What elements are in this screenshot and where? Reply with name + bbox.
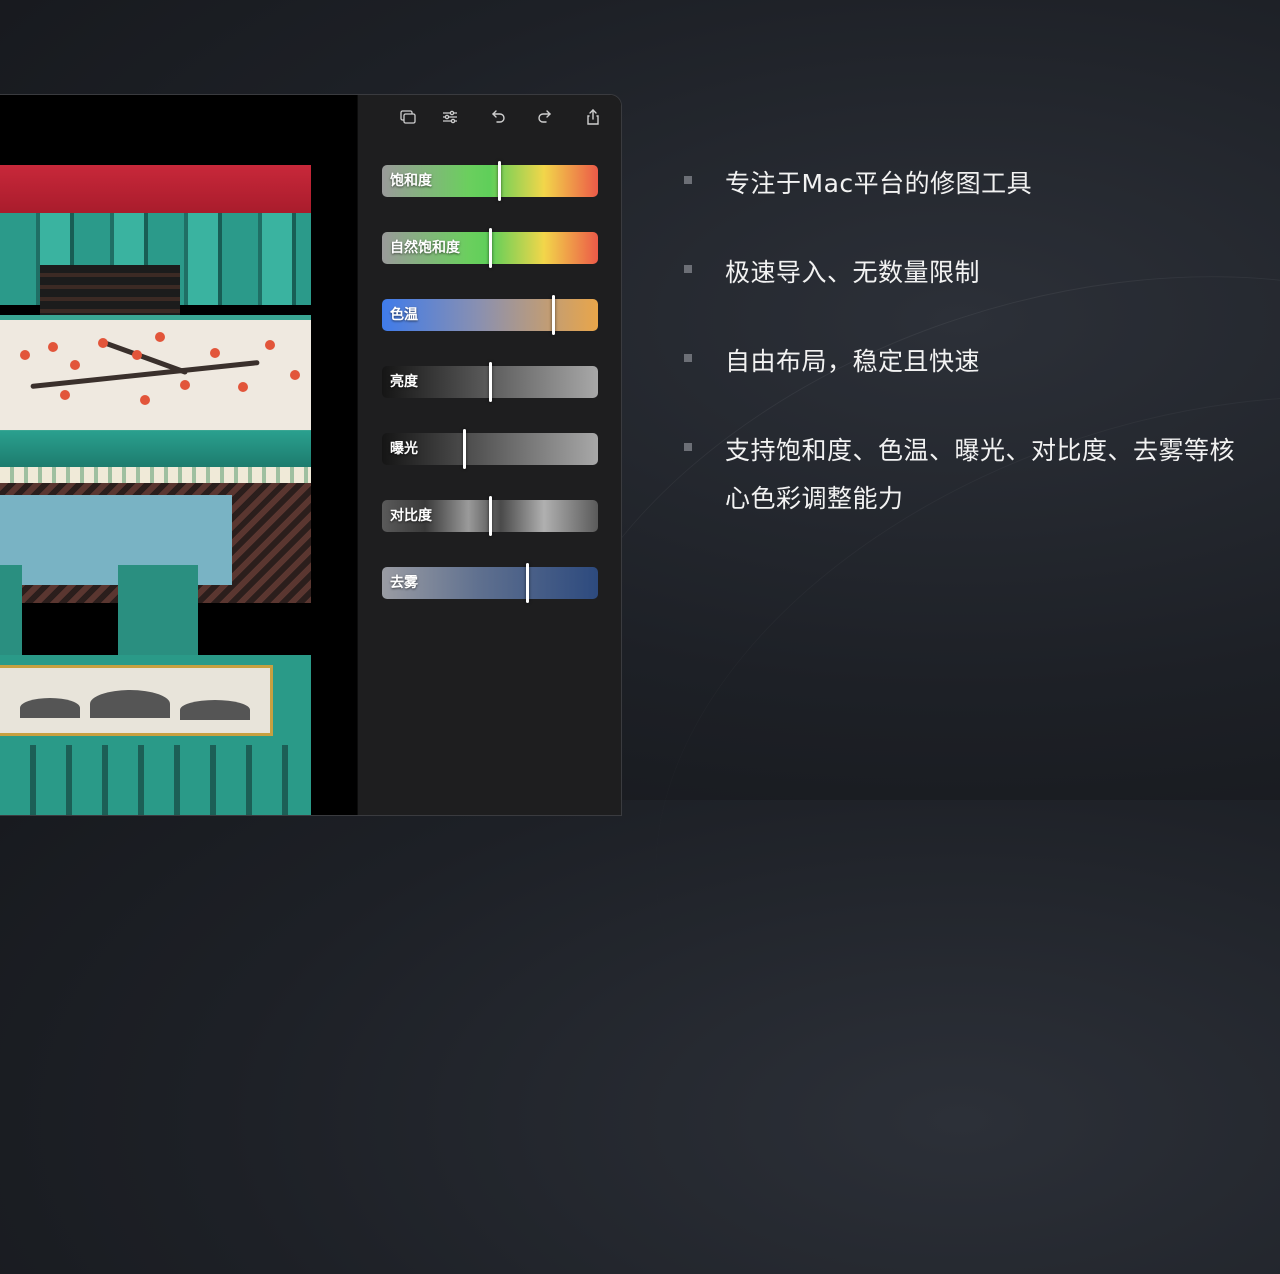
feature-text: 支持饱和度、色温、曝光、对比度、去雾等核心色彩调整能力 xyxy=(725,436,1236,513)
layers-icon[interactable] xyxy=(396,105,420,129)
slider-label: 去雾 xyxy=(390,575,418,591)
slider-label: 对比度 xyxy=(390,508,432,524)
slider-label: 自然饱和度 xyxy=(390,240,460,256)
brightness-slider[interactable]: 亮度 xyxy=(382,362,598,402)
photo-region xyxy=(0,431,311,467)
bullet-marker xyxy=(684,443,692,451)
dehaze-slider[interactable]: 去雾 xyxy=(382,563,598,603)
photo-region xyxy=(0,565,22,655)
feature-text: 专注于Mac平台的修图工具 xyxy=(725,169,1033,198)
toolbar xyxy=(358,105,621,129)
photo-region xyxy=(118,565,198,655)
slider-handle[interactable] xyxy=(497,161,501,201)
undo-icon[interactable] xyxy=(486,105,510,129)
exposure-slider[interactable]: 曝光 xyxy=(382,429,598,469)
temperature-slider[interactable]: 色温 xyxy=(382,295,598,335)
slider-handle[interactable] xyxy=(463,429,467,469)
slider-label: 曝光 xyxy=(390,441,418,457)
slider-handle[interactable] xyxy=(489,496,492,536)
photo-region xyxy=(0,315,311,436)
photo-region xyxy=(0,165,311,213)
feature-list: 专注于Mac平台的修图工具 极速导入、无数量限制 自由布局，稳定且快速 支持饱和… xyxy=(684,160,1244,564)
feature-text: 极速导入、无数量限制 xyxy=(725,258,981,287)
photo-region xyxy=(0,655,311,745)
photo-region xyxy=(0,213,311,349)
slider-label: 色温 xyxy=(390,307,418,323)
feature-item: 极速导入、无数量限制 xyxy=(684,249,1244,297)
bullet-marker xyxy=(684,354,692,362)
vibrance-slider[interactable]: 自然饱和度 xyxy=(382,228,598,268)
saturation-slider[interactable]: 饱和度 xyxy=(382,161,598,201)
adjustment-panel: 饱和度 自然饱和度 色温 亮度 曝光 对比度 去雾 xyxy=(357,95,621,815)
slider-handle[interactable] xyxy=(489,362,492,402)
adjustments-icon[interactable] xyxy=(438,105,462,129)
slider-handle[interactable] xyxy=(551,295,555,335)
slider-handle[interactable] xyxy=(525,563,529,603)
photo-region xyxy=(0,745,311,815)
slider-handle[interactable] xyxy=(489,228,492,268)
contrast-slider[interactable]: 对比度 xyxy=(382,496,598,536)
share-icon[interactable] xyxy=(581,105,605,129)
feature-item: 支持饱和度、色温、曝光、对比度、去雾等核心色彩调整能力 xyxy=(684,427,1244,523)
feature-item: 专注于Mac平台的修图工具 xyxy=(684,160,1244,208)
redo-icon[interactable] xyxy=(533,105,557,129)
app-window: 饱和度 自然饱和度 色温 亮度 曝光 对比度 去雾 xyxy=(0,94,622,816)
bullet-marker xyxy=(684,265,692,273)
slider-label: 亮度 xyxy=(390,374,418,390)
photo-region xyxy=(0,467,311,483)
feature-text: 自由布局，稳定且快速 xyxy=(725,347,981,376)
feature-item: 自由布局，稳定且快速 xyxy=(684,338,1244,386)
bullet-marker xyxy=(684,176,692,184)
slider-label: 饱和度 xyxy=(390,173,432,189)
photo-preview[interactable] xyxy=(0,165,311,815)
